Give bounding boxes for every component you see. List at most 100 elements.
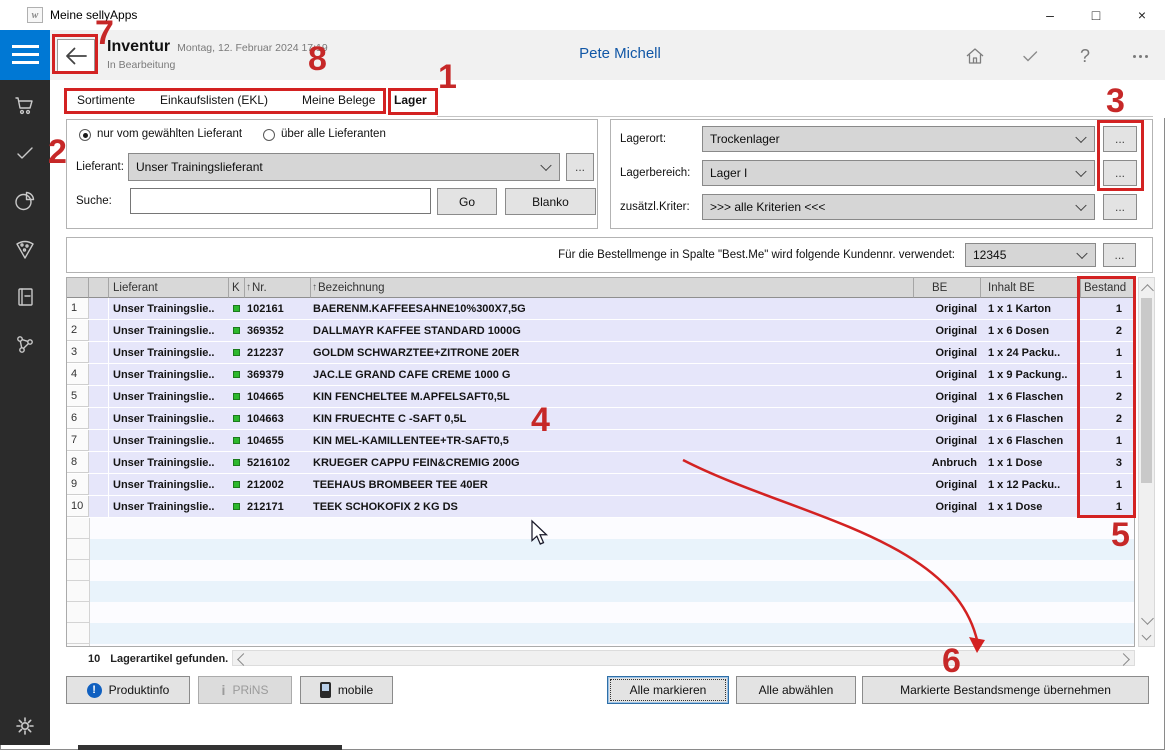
cell-k[interactable] xyxy=(229,298,245,319)
cell-inh[interactable]: 1 x 9 Packung.. xyxy=(981,364,1081,385)
cell-inh[interactable]: 1 x 12 Packu.. xyxy=(981,474,1081,495)
cell-sel[interactable] xyxy=(89,320,109,341)
cell-bez[interactable]: KIN FENCHELTEE M.APFELSAFT0,5L xyxy=(311,386,914,407)
confirm-check-icon[interactable] xyxy=(1018,44,1042,68)
mobile-button[interactable]: mobile xyxy=(300,676,393,704)
cell-lief[interactable]: Unser Trainingslie.. xyxy=(109,452,229,473)
col-nr[interactable]: ↑Nr. xyxy=(245,278,311,298)
cell-sel[interactable] xyxy=(89,298,109,319)
blanko-button[interactable]: Blanko xyxy=(505,188,596,215)
cell-nr[interactable]: 104655 xyxy=(245,430,311,451)
maximize-button[interactable]: □ xyxy=(1073,0,1119,30)
table-row[interactable]: 6Unser Trainingslie..104663KIN FRUECHTE … xyxy=(67,408,1134,430)
cell-num[interactable]: 6 xyxy=(67,408,89,429)
cell-num[interactable]: 1 xyxy=(67,298,89,319)
cell-bez[interactable]: GOLDM SCHWARZTEE+ZITRONE 20ER xyxy=(311,342,914,363)
cell-bez[interactable]: DALLMAYR KAFFEE STANDARD 1000G xyxy=(311,320,914,341)
cell-sel[interactable] xyxy=(89,452,109,473)
help-icon[interactable]: ? xyxy=(1073,44,1097,68)
cell-nr[interactable]: 369352 xyxy=(245,320,311,341)
table-row[interactable]: 9Unser Trainingslie..212002TEEHAUS BROMB… xyxy=(67,474,1134,496)
prins-button[interactable]: iPRiNS xyxy=(198,676,292,704)
cell-bez[interactable]: KIN MEL-KAMILLENTEE+TR-SAFT0,5 xyxy=(311,430,914,451)
cell-num[interactable]: 8 xyxy=(67,452,89,473)
table-row[interactable]: 3Unser Trainingslie..212237GOLDM SCHWARZ… xyxy=(67,342,1134,364)
cell-num[interactable]: 7 xyxy=(67,430,89,451)
cell-lief[interactable]: Unser Trainingslie.. xyxy=(109,474,229,495)
cell-lief[interactable]: Unser Trainingslie.. xyxy=(109,408,229,429)
cell-lief[interactable]: Unser Trainingslie.. xyxy=(109,364,229,385)
cell-num[interactable]: 5 xyxy=(67,386,89,407)
produktinfo-button[interactable]: !Produktinfo xyxy=(66,676,190,704)
cell-sel[interactable] xyxy=(89,430,109,451)
menu-button[interactable] xyxy=(0,30,50,80)
cell-k[interactable] xyxy=(229,386,245,407)
cell-nr[interactable]: 104665 xyxy=(245,386,311,407)
cell-k[interactable] xyxy=(229,452,245,473)
minimize-button[interactable]: – xyxy=(1027,0,1073,30)
col-rownum[interactable] xyxy=(67,278,89,298)
table-row[interactable]: 7Unser Trainingslie..104655KIN MEL-KAMIL… xyxy=(67,430,1134,452)
lagerort-select[interactable]: Trockenlager xyxy=(702,126,1095,152)
cell-inh[interactable]: 1 x 1 Karton xyxy=(981,298,1081,319)
bestandsmenge-uebernehmen-button[interactable]: Markierte Bestandsmenge übernehmen xyxy=(862,676,1149,704)
cell-bez[interactable]: TEEK SCHOKOFIX 2 KG DS xyxy=(311,496,914,517)
cell-inh[interactable]: 1 x 6 Dosen xyxy=(981,320,1081,341)
scroll-left-icon[interactable] xyxy=(237,653,250,666)
cell-sel[interactable] xyxy=(89,342,109,363)
cell-be[interactable]: Original xyxy=(914,430,981,451)
table-row[interactable]: 8Unser Trainingslie..5216102KRUEGER CAPP… xyxy=(67,452,1134,474)
cell-be[interactable]: Original xyxy=(914,364,981,385)
go-button[interactable]: Go xyxy=(437,188,497,215)
cell-sel[interactable] xyxy=(89,474,109,495)
table-row[interactable]: 10Unser Trainingslie..212171TEEK SCHOKOF… xyxy=(67,496,1134,518)
cell-inh[interactable]: 1 x 6 Flaschen xyxy=(981,430,1081,451)
col-select[interactable] xyxy=(89,278,109,298)
cell-k[interactable] xyxy=(229,408,245,429)
cell-sel[interactable] xyxy=(89,386,109,407)
cell-k[interactable] xyxy=(229,474,245,495)
cell-sel[interactable] xyxy=(89,496,109,517)
cell-nr[interactable]: 212171 xyxy=(245,496,311,517)
cell-nr[interactable]: 212002 xyxy=(245,474,311,495)
kriterien-select[interactable]: >>> alle Kriterien <<< xyxy=(702,194,1095,220)
cell-num[interactable]: 10 xyxy=(67,496,89,517)
vertical-scroll-thumb[interactable] xyxy=(1141,298,1152,483)
cell-be[interactable]: Original xyxy=(914,408,981,429)
cell-inh[interactable]: 1 x 6 Flaschen xyxy=(981,386,1081,407)
cell-nr[interactable]: 104663 xyxy=(245,408,311,429)
cell-be[interactable]: Original xyxy=(914,320,981,341)
kundennr-select[interactable]: 12345 xyxy=(965,243,1096,267)
cell-bez[interactable]: JAC.LE GRAND CAFE CREME 1000 G xyxy=(311,364,914,385)
cell-inh[interactable]: 1 x 1 Dose xyxy=(981,452,1081,473)
scroll-page-down-icon[interactable] xyxy=(1142,631,1152,641)
close-button[interactable]: × xyxy=(1119,0,1165,30)
cell-bez[interactable]: TEEHAUS BROMBEER TEE 40ER xyxy=(311,474,914,495)
cart-icon[interactable] xyxy=(13,93,37,117)
table-row[interactable]: 4Unser Trainingslie..369379JAC.LE GRAND … xyxy=(67,364,1134,386)
cell-k[interactable] xyxy=(229,342,245,363)
cell-sel[interactable] xyxy=(89,364,109,385)
cell-num[interactable]: 2 xyxy=(67,320,89,341)
cell-lief[interactable]: Unser Trainingslie.. xyxy=(109,320,229,341)
cell-sel[interactable] xyxy=(89,408,109,429)
cell-inh[interactable]: 1 x 1 Dose xyxy=(981,496,1081,517)
table-row[interactable]: 2 Unser Trainingslie.. 369352DALLMAYR KAFF… xyxy=(67,320,1134,342)
pie-chart-icon[interactable] xyxy=(13,189,37,213)
check-icon[interactable] xyxy=(13,141,37,165)
col-bezeichnung[interactable]: ↑Bezeichnung xyxy=(311,278,914,298)
cell-bez[interactable]: KRUEGER CAPPU FEIN&CREMIG 200G xyxy=(311,452,914,473)
kriterien-more-button[interactable]: ... xyxy=(1103,194,1137,220)
alle-markieren-button[interactable]: Alle markieren xyxy=(607,676,729,704)
radio-alle-lieferanten[interactable] xyxy=(263,129,275,141)
scroll-down-icon[interactable] xyxy=(1141,612,1154,625)
cell-num[interactable]: 4 xyxy=(67,364,89,385)
lagerbereich-select[interactable]: Lager I xyxy=(702,160,1095,186)
cell-lief[interactable]: Unser Trainingslie.. xyxy=(109,386,229,407)
cell-inh[interactable]: 1 x 6 Flaschen xyxy=(981,408,1081,429)
pizza-slice-icon[interactable] xyxy=(13,237,37,261)
cell-k[interactable] xyxy=(229,430,245,451)
home-icon[interactable] xyxy=(963,44,987,68)
table-row[interactable]: 1Unser Trainingslie..102161BAERENM.KAFFE… xyxy=(67,298,1134,320)
cell-lief[interactable]: Unser Trainingslie.. xyxy=(109,342,229,363)
